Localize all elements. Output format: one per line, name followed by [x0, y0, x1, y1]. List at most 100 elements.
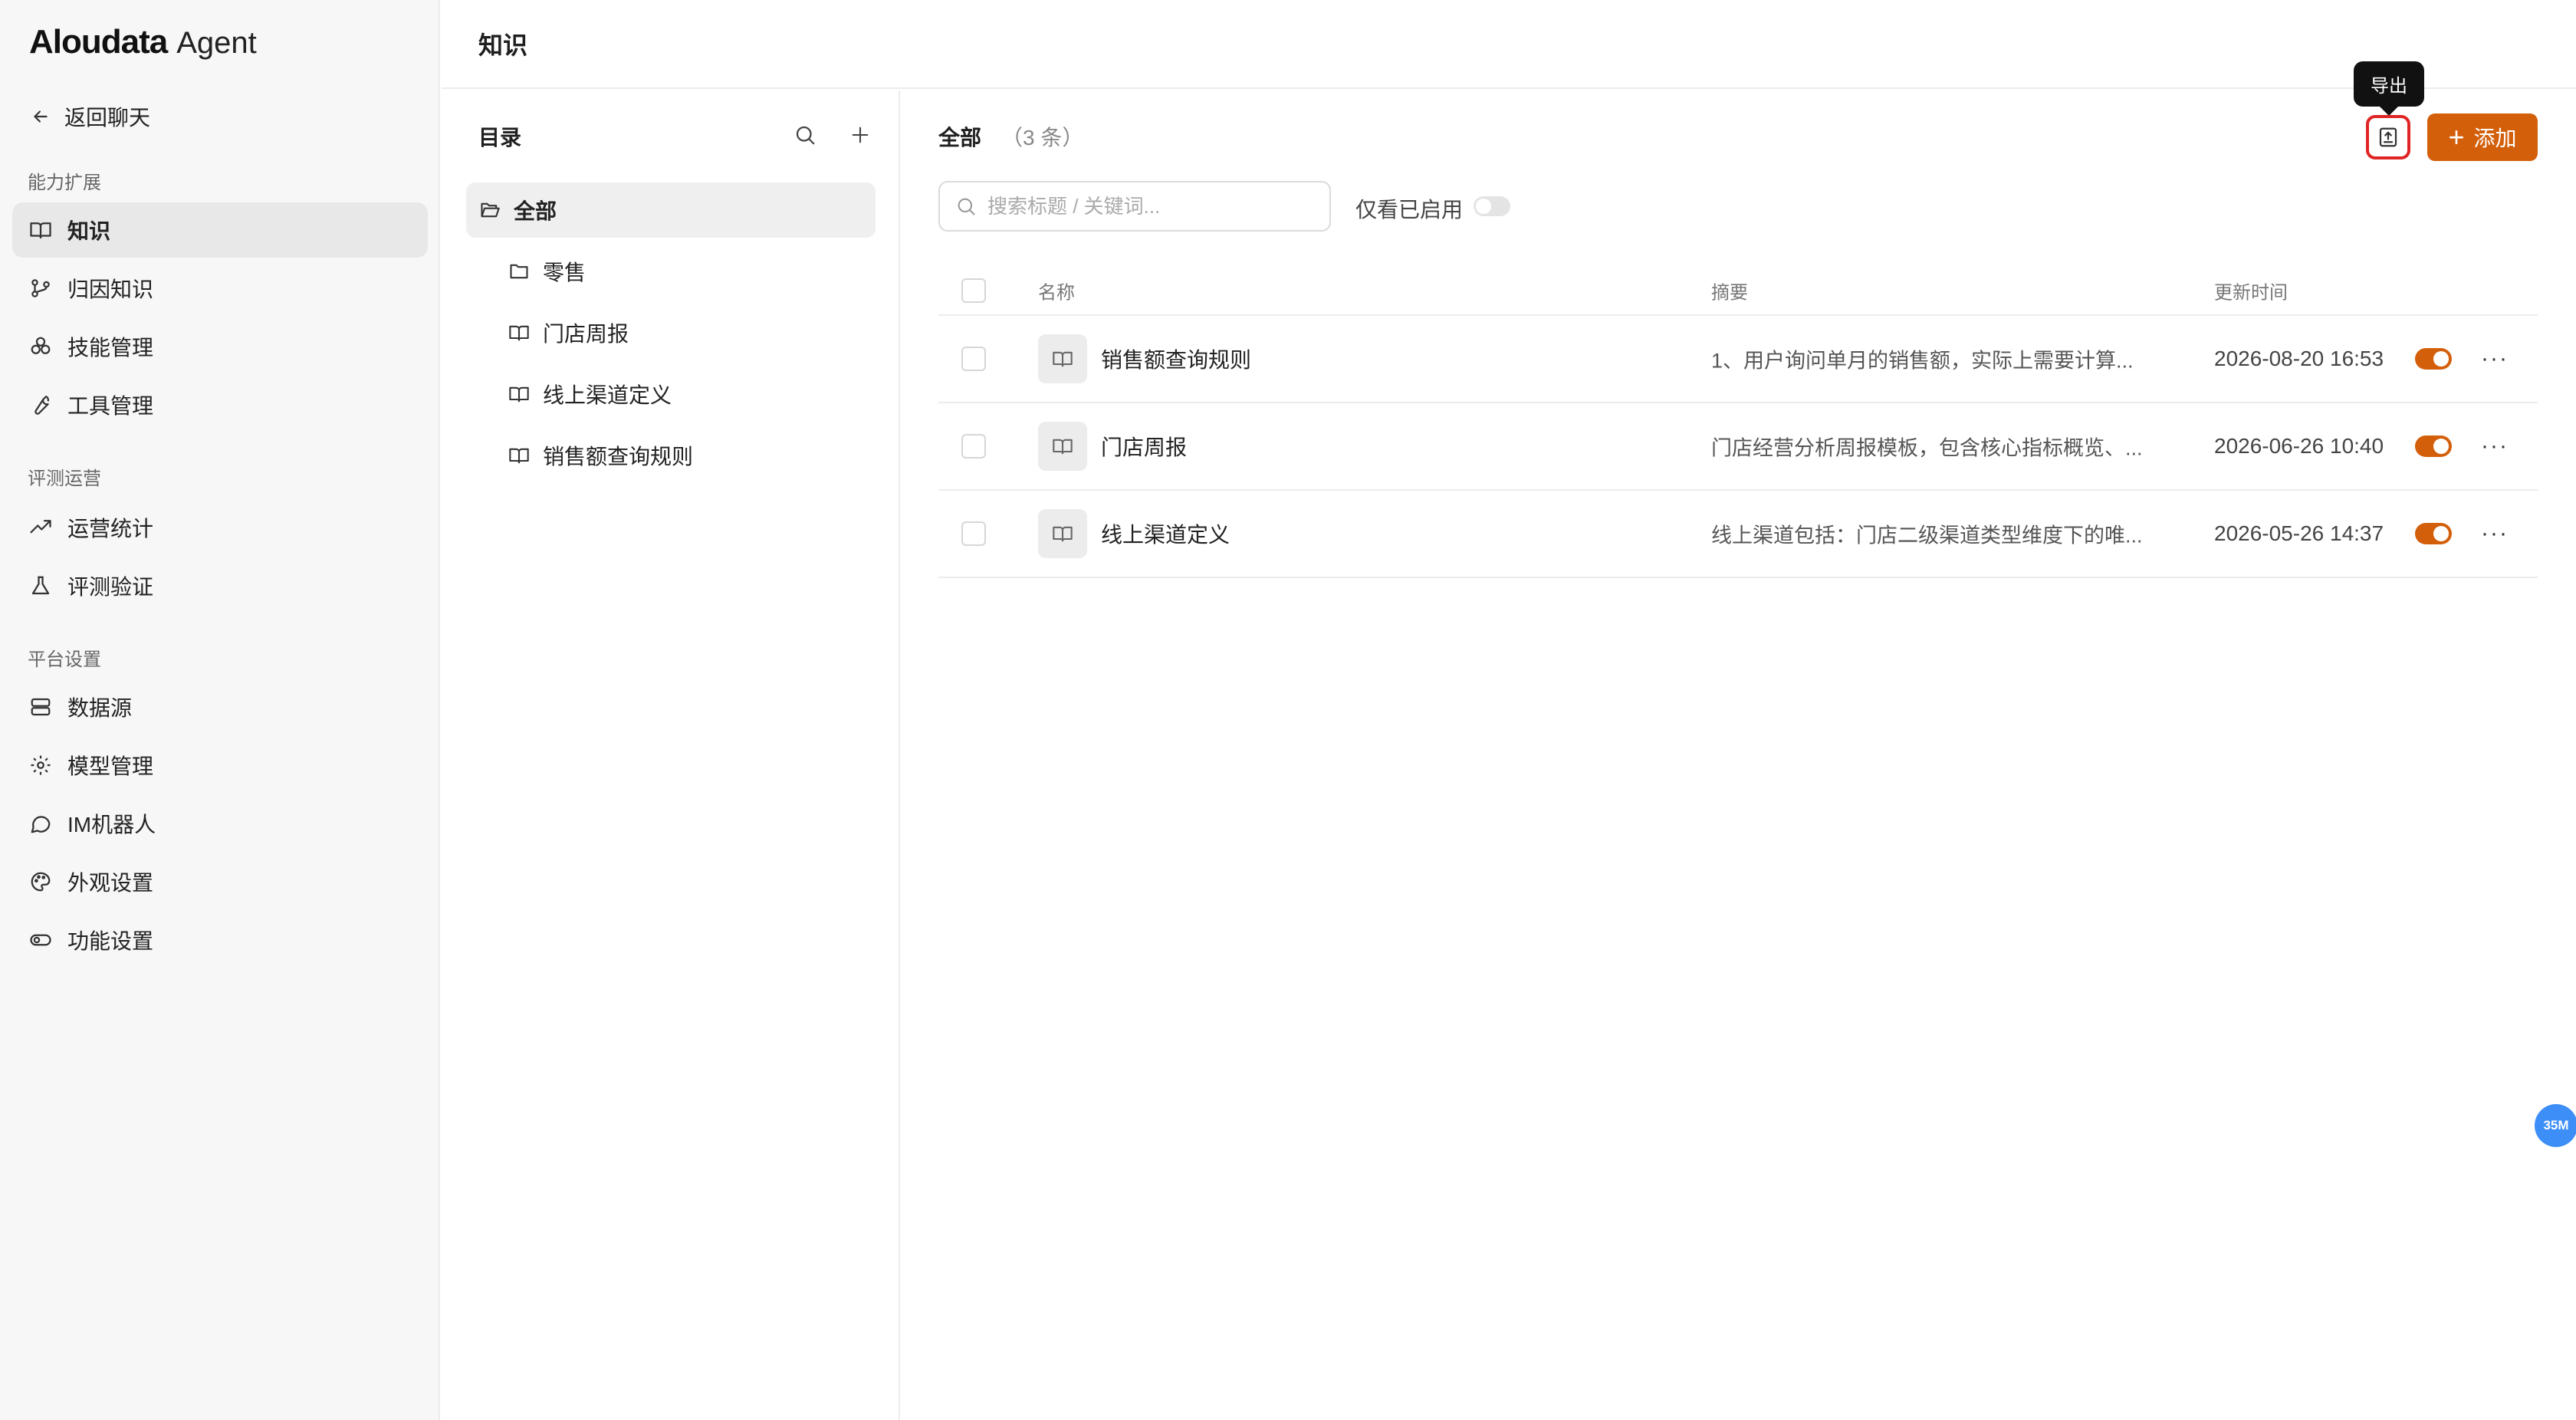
sidebar-item-features[interactable]: 功能设置 — [12, 912, 428, 968]
sidebar-item-attribution[interactable]: 归因知识 — [12, 261, 428, 316]
sidebar-item-im-bot[interactable]: IM机器人 — [12, 796, 428, 851]
page-header: 知识 — [442, 0, 2576, 89]
book-icon — [1038, 509, 1087, 558]
only-enabled-label: 仅看已启用 — [1355, 198, 1464, 222]
sidebar-item-label: 工具管理 — [67, 394, 154, 418]
row-checkbox[interactable] — [961, 521, 986, 546]
more-actions-icon[interactable]: ··· — [2481, 521, 2509, 547]
brand-logo: Aloudata Agent — [29, 23, 257, 69]
search-field[interactable] — [938, 181, 1331, 232]
knowledge-list-panel: 全部 （3 条） 导出 + 添加 仅看已启用 名称 摘要 更新时间 — [902, 61, 2576, 1420]
list-count: （3 条） — [1001, 126, 1084, 150]
sidebar-item-evaluation[interactable]: 评测验证 — [12, 558, 428, 613]
sidebar-item-appearance[interactable]: 外观设置 — [12, 854, 428, 909]
list-title: 全部 — [938, 126, 982, 150]
book-icon — [508, 321, 531, 344]
table-row[interactable]: 线上渠道定义 线上渠道包括：门店二级渠道类型维度下的唯... 2026-05-2… — [938, 491, 2538, 578]
export-tooltip: 导出 — [2354, 61, 2424, 116]
row-summary: 门店经营分析周报模板，包含核心指标概览、... — [1711, 436, 2143, 460]
palette-icon — [28, 869, 54, 895]
sidebar-item-label: 功能设置 — [67, 929, 154, 953]
table-row[interactable]: 销售额查询规则 1、用户询问单月的销售额，实际上需要计算... 2026-08-… — [938, 316, 2538, 403]
memory-usage-badge[interactable]: 35M — [2535, 1104, 2576, 1147]
select-all-checkbox[interactable] — [961, 278, 986, 303]
sidebar-item-knowledge[interactable]: 知识 — [12, 202, 428, 258]
sidebar-item-models[interactable]: 模型管理 — [12, 738, 428, 793]
sidebar-item-label: 评测验证 — [67, 575, 154, 599]
tree-item-retail[interactable]: 零售 — [466, 244, 876, 299]
sidebar-item-label: 模型管理 — [67, 754, 154, 778]
row-enabled-toggle[interactable] — [2415, 523, 2452, 544]
tree-item-sales-rules[interactable]: 销售额查询规则 — [466, 428, 876, 483]
trend-icon — [28, 514, 54, 541]
section-label-capability: 能力扩展 — [28, 173, 101, 193]
book-icon — [1038, 334, 1087, 383]
row-enabled-toggle[interactable] — [2415, 436, 2452, 457]
sidebar-item-label: 技能管理 — [67, 336, 154, 360]
sidebar-item-label: 外观设置 — [67, 871, 154, 895]
sidebar-item-tools[interactable]: 工具管理 — [12, 377, 428, 432]
sidebar-item-datasource[interactable]: 数据源 — [12, 679, 428, 735]
row-enabled-toggle[interactable] — [2415, 348, 2452, 370]
section-label-evaluation: 评测运营 — [28, 468, 101, 489]
catalog-panel: 目录 全部 零售 门店周报 线上渠道定义 销售额查询规则 — [442, 90, 900, 1420]
book-icon — [28, 217, 54, 243]
book-icon — [508, 383, 531, 406]
tree-item-label: 销售额查询规则 — [543, 445, 694, 468]
tree-item-label: 门店周报 — [543, 322, 629, 346]
row-name[interactable]: 销售额查询规则 — [1101, 343, 1251, 374]
tree-item-online-channel[interactable]: 线上渠道定义 — [466, 367, 876, 422]
more-actions-icon[interactable]: ··· — [2481, 433, 2509, 459]
tree-item-store-weekly[interactable]: 门店周报 — [466, 305, 876, 360]
wrench-icon — [28, 392, 54, 418]
tree-item-all[interactable]: 全部 — [466, 182, 876, 238]
search-icon — [796, 126, 815, 145]
sidebar-item-skills[interactable]: 技能管理 — [12, 319, 428, 374]
brand-suffix: Agent — [176, 26, 257, 60]
plus-icon — [852, 127, 869, 143]
export-icon — [2379, 127, 2397, 147]
chat-icon — [28, 810, 54, 837]
toggle-icon — [28, 927, 54, 953]
row-name[interactable]: 线上渠道定义 — [1101, 518, 1230, 549]
folder-open-icon — [478, 199, 501, 222]
table-row[interactable]: 门店周报 门店经营分析周报模板，包含核心指标概览、... 2026-06-26 … — [938, 403, 2538, 491]
only-enabled-toggle[interactable] — [1474, 196, 1510, 216]
plus-icon: + — [2448, 121, 2465, 153]
page-title: 知识 — [478, 31, 528, 59]
table-header: 名称 摘要 更新时间 — [938, 267, 2538, 316]
cubes-icon — [28, 334, 54, 360]
flask-icon — [28, 573, 54, 599]
catalog-search-button[interactable] — [787, 117, 823, 153]
knowledge-table: 名称 摘要 更新时间 销售额查询规则 1、用户询问单月的销售额，实际上需要计算.… — [938, 267, 2538, 578]
row-summary: 线上渠道包括：门店二级渠道类型维度下的唯... — [1711, 524, 2143, 547]
database-icon — [28, 694, 54, 720]
search-input[interactable] — [987, 194, 1309, 219]
back-label: 返回聊天 — [64, 106, 151, 130]
sidebar-item-ops-stats[interactable]: 运营统计 — [12, 500, 428, 555]
branch-icon — [28, 275, 54, 301]
sidebar: Aloudata Agent 返回聊天 能力扩展 知识 归因知识 技能管理 工具… — [0, 0, 440, 1420]
catalog-add-button[interactable] — [842, 117, 879, 153]
column-header-summary: 摘要 — [1711, 282, 1748, 304]
search-icon — [958, 198, 975, 215]
back-to-chat-link[interactable]: 返回聊天 — [31, 98, 150, 135]
row-updated: 2026-08-20 16:53 — [2214, 347, 2384, 370]
book-icon — [508, 444, 531, 467]
row-updated: 2026-06-26 10:40 — [2214, 434, 2384, 458]
more-actions-icon[interactable]: ··· — [2481, 346, 2509, 372]
sidebar-item-label: 知识 — [67, 219, 111, 243]
app-root: Aloudata Agent 返回聊天 能力扩展 知识 归因知识 技能管理 工具… — [0, 0, 2576, 1420]
section-label-platform: 平台设置 — [28, 649, 101, 670]
arrow-left-icon — [34, 110, 48, 123]
sidebar-item-label: 归因知识 — [67, 278, 154, 301]
row-checkbox[interactable] — [961, 434, 986, 459]
add-button[interactable]: + 添加 — [2427, 113, 2538, 161]
tree-item-label: 线上渠道定义 — [543, 383, 672, 407]
gear-icon — [28, 752, 54, 778]
tree-item-label: 全部 — [514, 199, 557, 223]
row-name[interactable]: 门店周报 — [1101, 431, 1187, 462]
row-checkbox[interactable] — [961, 347, 986, 371]
export-button[interactable] — [2366, 115, 2410, 159]
book-icon — [1038, 422, 1087, 471]
